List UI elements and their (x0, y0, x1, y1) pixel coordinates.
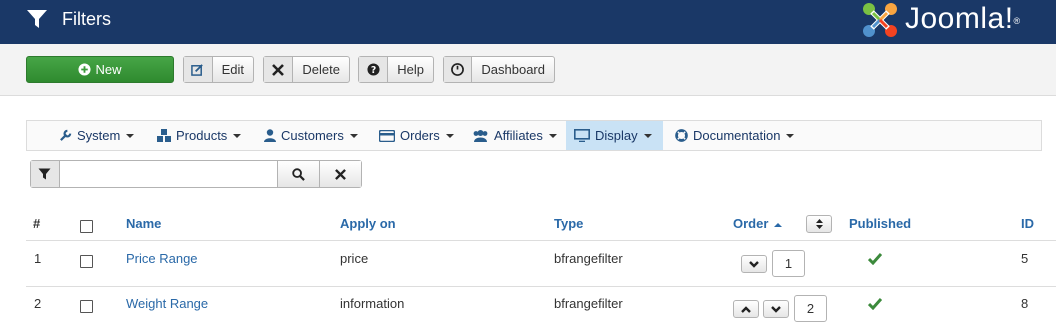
row-number: 1 (34, 251, 42, 266)
row-checkbox[interactable] (80, 300, 93, 313)
question-circle-icon: ? (359, 57, 389, 82)
filter-options-button[interactable] (31, 161, 60, 187)
row-apply-on: price (340, 251, 369, 266)
chevron-down-icon (771, 305, 781, 313)
search-bar (30, 160, 362, 188)
cubes-icon (157, 129, 171, 142)
column-header-id[interactable]: ID (1021, 216, 1034, 231)
row-number: 2 (34, 296, 42, 311)
user-icon (264, 129, 276, 142)
menu-item-customers[interactable]: Customers (264, 121, 358, 150)
menu-item-affiliates[interactable]: Affiliates (472, 121, 557, 150)
toolbar: New Edit Delete ? Help Dashboard (0, 44, 1056, 96)
caret-down-icon (233, 133, 242, 138)
search-input[interactable] (59, 161, 278, 187)
select-all-checkbox[interactable] (80, 220, 93, 233)
row-type: bfrangefilter (554, 296, 623, 311)
sort-icon (815, 219, 823, 229)
monitor-icon (574, 129, 590, 142)
move-down-button[interactable] (741, 255, 767, 273)
order-input[interactable]: 1 (772, 250, 805, 277)
caret-down-icon (445, 133, 454, 138)
delete-button[interactable]: Delete (263, 56, 350, 83)
close-icon (335, 168, 346, 180)
published-check-icon[interactable] (868, 253, 882, 265)
svg-text:?: ? (370, 65, 375, 76)
close-icon (264, 57, 294, 82)
search-button[interactable] (277, 161, 320, 187)
clear-search-button[interactable] (319, 161, 361, 187)
joomla-logo-icon (863, 3, 897, 37)
help-button[interactable]: ? Help (358, 56, 434, 83)
menu-item-products[interactable]: Products (157, 121, 242, 150)
main-menu-bar: System Products Customers Orders Affilia… (26, 120, 1042, 151)
move-down-button[interactable] (763, 300, 789, 318)
menu-item-orders[interactable]: Orders (379, 121, 454, 150)
page-title: Filters (62, 9, 111, 29)
row-name-link[interactable]: Price Range (126, 251, 198, 266)
menu-item-display[interactable]: Display (566, 121, 663, 150)
column-header-published[interactable]: Published (849, 216, 911, 231)
new-button[interactable]: New (26, 56, 174, 83)
published-check-icon[interactable] (868, 298, 882, 310)
column-header-apply-on[interactable]: Apply on (340, 216, 396, 231)
row-divider (26, 286, 1056, 287)
column-header-order[interactable]: Order (733, 216, 783, 231)
caret-down-icon (548, 133, 557, 138)
save-order-button[interactable] (806, 215, 832, 233)
plus-circle-icon (78, 63, 92, 76)
row-id: 8 (1021, 296, 1029, 311)
filter-icon (27, 10, 47, 28)
dashboard-button[interactable]: Dashboard (443, 56, 555, 83)
credit-card-icon (379, 129, 395, 142)
column-header-name[interactable]: Name (126, 216, 161, 231)
column-header-num: # (33, 216, 41, 231)
row-type: bfrangefilter (554, 251, 623, 266)
caret-down-icon (643, 133, 652, 138)
chevron-up-icon (741, 305, 751, 313)
chevron-down-icon (749, 260, 759, 268)
joomla-logo-text: Joomla!® (905, 2, 1021, 35)
sort-ascending-icon (774, 222, 783, 227)
column-header-type[interactable]: Type (554, 216, 583, 231)
users-icon (473, 129, 488, 142)
menu-item-system[interactable]: System (59, 121, 135, 150)
caret-down-icon (126, 133, 135, 138)
lifebuoy-icon (675, 129, 688, 142)
caret-down-icon (786, 133, 795, 138)
row-checkbox[interactable] (80, 255, 93, 268)
row-name-link[interactable]: Weight Range (126, 296, 208, 311)
order-input[interactable]: 2 (794, 295, 827, 322)
row-divider (26, 240, 1056, 241)
row-apply-on: information (340, 296, 405, 311)
row-id: 5 (1021, 251, 1029, 266)
dashboard-icon (444, 57, 473, 82)
edit-button[interactable]: Edit (183, 56, 254, 83)
caret-down-icon (349, 133, 358, 138)
edit-icon (184, 57, 213, 82)
menu-item-documentation[interactable]: Documentation (675, 121, 795, 150)
search-icon (292, 167, 306, 181)
move-up-button[interactable] (733, 300, 759, 318)
filter-icon (38, 168, 51, 180)
page-header: Filters Joomla!® (0, 0, 1056, 44)
wrench-icon (60, 129, 72, 141)
